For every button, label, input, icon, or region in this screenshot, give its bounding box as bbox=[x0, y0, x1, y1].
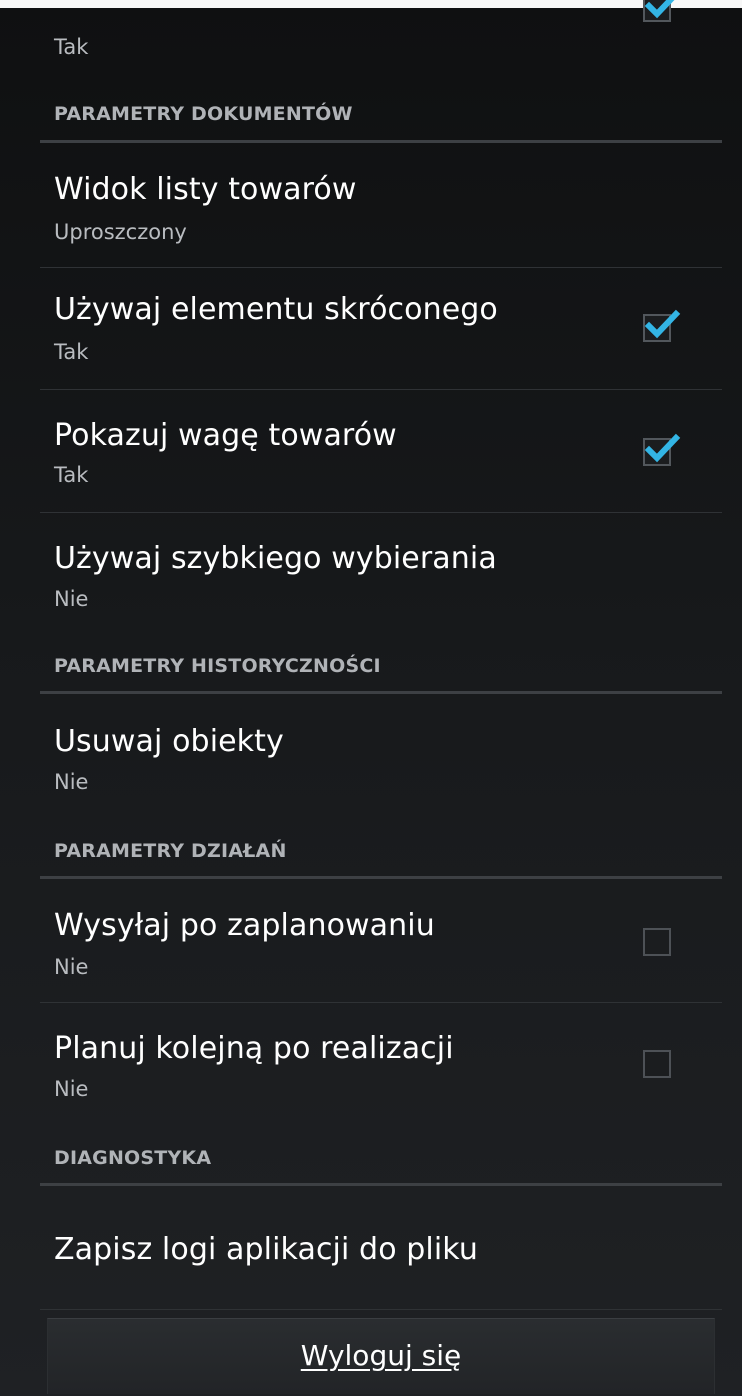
pref-title: Wysyłaj po zaplanowaniu bbox=[54, 908, 435, 943]
pref-title: Widok listy towarów bbox=[54, 172, 357, 207]
pref-title: Usuwaj obiekty bbox=[54, 724, 284, 759]
pref-item-send-after-planning[interactable]: Wysyłaj po zaplanowaniu Nie bbox=[40, 880, 722, 1002]
settings-screen: Tak PARAMETRY DOKUMENTÓW Widok listy tow… bbox=[0, 0, 742, 1396]
pref-checkbox-show-product-weight[interactable] bbox=[643, 433, 681, 466]
category-label: PARAMETRY DOKUMENTÓW bbox=[54, 103, 353, 125]
pref-checkbox-top[interactable] bbox=[643, 0, 675, 22]
pref-item-save-logs[interactable]: Zapisz logi aplikacji do pliku bbox=[40, 1188, 722, 1308]
pref-title: Planuj kolejną po realizacji bbox=[54, 1031, 454, 1066]
logout-button-label: Wyloguj się bbox=[300, 1339, 462, 1372]
pref-summary: Uproszczony bbox=[54, 220, 187, 244]
pref-checkbox-plan-next-after-completion[interactable] bbox=[643, 1050, 671, 1078]
pref-title: Używaj elementu skróconego bbox=[54, 292, 498, 327]
pref-checkbox-use-short-element[interactable] bbox=[643, 309, 681, 342]
pref-title: Zapisz logi aplikacji do pliku bbox=[54, 1232, 478, 1267]
status-bar-edge bbox=[0, 0, 742, 8]
pref-summary: Nie bbox=[54, 770, 89, 794]
category-divider bbox=[40, 876, 722, 879]
pref-checkbox-send-after-planning[interactable] bbox=[643, 928, 671, 956]
category-label: DIAGNOSTYKA bbox=[54, 1147, 212, 1169]
category-label: PARAMETRY HISTORYCZNOŚCI bbox=[54, 655, 381, 677]
check-icon bbox=[644, 309, 681, 339]
list-divider bbox=[40, 1309, 722, 1310]
check-icon bbox=[644, 433, 681, 463]
pref-title: Używaj szybkiego wybierania bbox=[54, 541, 497, 576]
pref-summary: Tak bbox=[54, 35, 89, 59]
category-documents: PARAMETRY DOKUMENTÓW bbox=[40, 88, 722, 148]
pref-item-product-list-view[interactable]: Widok listy towarów Uproszczony bbox=[40, 148, 722, 266]
pref-item-use-short-element[interactable]: Używaj elementu skróconego Tak bbox=[40, 268, 722, 388]
pref-summary: Nie bbox=[54, 955, 89, 979]
pref-summary: Tak bbox=[54, 340, 89, 364]
category-history: PARAMETRY HISTORYCZNOŚCI bbox=[40, 640, 722, 696]
logout-button[interactable]: Wyloguj się bbox=[47, 1318, 715, 1394]
pref-item-use-speed-dial[interactable]: Używaj szybkiego wybierania Nie bbox=[40, 513, 722, 633]
category-actions: PARAMETRY DZIAŁAŃ bbox=[40, 826, 722, 882]
pref-item-plan-next-after-completion[interactable]: Planuj kolejną po realizacji Nie bbox=[40, 1003, 722, 1125]
pref-summary: Nie bbox=[54, 1077, 89, 1101]
category-divider bbox=[40, 1183, 722, 1186]
category-divider bbox=[40, 691, 722, 694]
pref-title: Pokazuj wagę towarów bbox=[54, 418, 397, 453]
pref-summary: Tak bbox=[54, 463, 89, 487]
category-diagnostics: DIAGNOSTYKA bbox=[40, 1132, 722, 1188]
pref-item-delete-objects[interactable]: Usuwaj obiekty Nie bbox=[40, 696, 722, 818]
category-divider bbox=[40, 140, 722, 143]
check-icon bbox=[644, 0, 675, 19]
pref-summary: Nie bbox=[54, 587, 89, 611]
pref-item-show-product-weight[interactable]: Pokazuj wagę towarów Tak bbox=[40, 390, 722, 511]
category-label: PARAMETRY DZIAŁAŃ bbox=[54, 840, 287, 862]
